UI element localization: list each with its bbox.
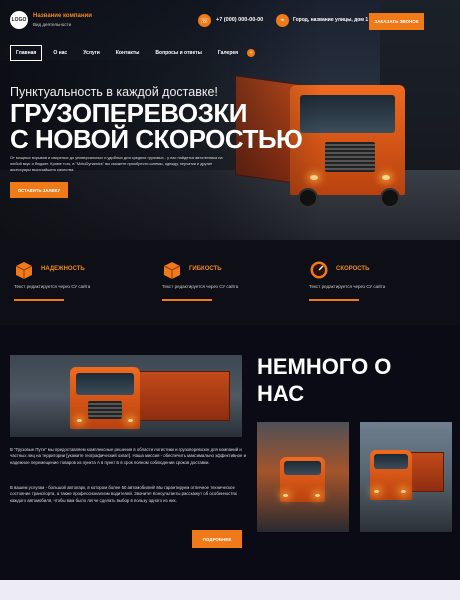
feature-title: ГИБКОСТЬ (189, 266, 222, 272)
speedometer-icon (310, 261, 328, 279)
feature-title: СКОРОСТЬ (336, 266, 370, 272)
hero-kicker: Пунктуальность в каждой доставке! (10, 85, 218, 99)
nav-item-faq[interactable]: Вопросы и ответы (150, 46, 206, 60)
hero-headline: ГРУЗОПЕРЕВОЗКИ С НОВОЙ СКОРОСТЬЮ (10, 98, 303, 154)
box-icon (15, 262, 33, 279)
more-button[interactable]: ПОДРОБНЕЕ (192, 530, 242, 548)
footer-strip (0, 580, 460, 600)
company-activity: Вид деятельности (33, 22, 72, 27)
feature-divider (14, 299, 64, 301)
features-section: НАДЕЖНОСТЬ Текст редактируется через СУ … (0, 240, 460, 325)
about-truck-photo (10, 355, 242, 437)
feature-text: Текст редактируется через СУ сайта (309, 284, 386, 289)
feature-title: НАДЕЖНОСТЬ (41, 266, 85, 272)
nav-item-contacts[interactable]: Контакты (111, 46, 145, 60)
nav-item-gallery[interactable]: Галерея (213, 46, 243, 60)
feature-divider (309, 299, 359, 301)
logo[interactable]: LOGO (10, 11, 28, 29)
hero-headline-line1: ГРУЗОПЕРЕВОЗКИ (10, 98, 248, 128)
about-photo-night (257, 422, 349, 532)
address: Город, название улицы, дом 1 (293, 17, 369, 23)
hero-headline-line2: С НОВОЙ СКОРОСТЬЮ (10, 124, 303, 154)
company-name: Название компании (33, 13, 92, 19)
about-photo-road (360, 422, 452, 532)
phone-number[interactable]: +7 (000) 000-00-00 (216, 17, 263, 23)
about-section: НЕМНОГО О НАС В "Грузовые Пути" мы предо… (0, 325, 460, 580)
about-title-line2: НАС (257, 381, 305, 406)
phone-icon: ☏ (198, 14, 211, 27)
about-title-line1: НЕМНОГО О (257, 354, 392, 379)
nav-item-home[interactable]: Главная (10, 45, 43, 61)
leave-request-button[interactable]: ОСТАВИТЬ ЗАЯВКУ (10, 182, 68, 198)
main-nav: Главная О нас Услуги Контакты Вопросы и … (10, 45, 256, 61)
nav-more-button[interactable]: + (247, 49, 256, 57)
hero-lead: От мощных взрывов и свирепых до универса… (10, 155, 223, 172)
feature-text: Текст редактируется через СУ сайта (162, 284, 239, 289)
about-title: НЕМНОГО О НАС (257, 353, 391, 407)
nav-item-services[interactable]: Услуги (78, 46, 105, 60)
nav-item-about[interactable]: О нас (48, 46, 72, 60)
hero-section: LOGO Название компании Вид деятельности … (0, 0, 460, 240)
box-icon (163, 262, 181, 279)
call-request-button[interactable]: ЗАКАЗАТЬ ЗВОНОК (369, 13, 424, 30)
feature-text: Текст редактируется через СУ сайта (14, 284, 91, 289)
location-icon: ⌖ (276, 14, 289, 27)
about-paragraph-1: В "Грузовые Пути" мы предоставляем компл… (10, 447, 247, 465)
feature-divider (162, 299, 212, 301)
about-paragraph-2: В вашем услугам - большой автопарк, в ко… (10, 485, 237, 503)
